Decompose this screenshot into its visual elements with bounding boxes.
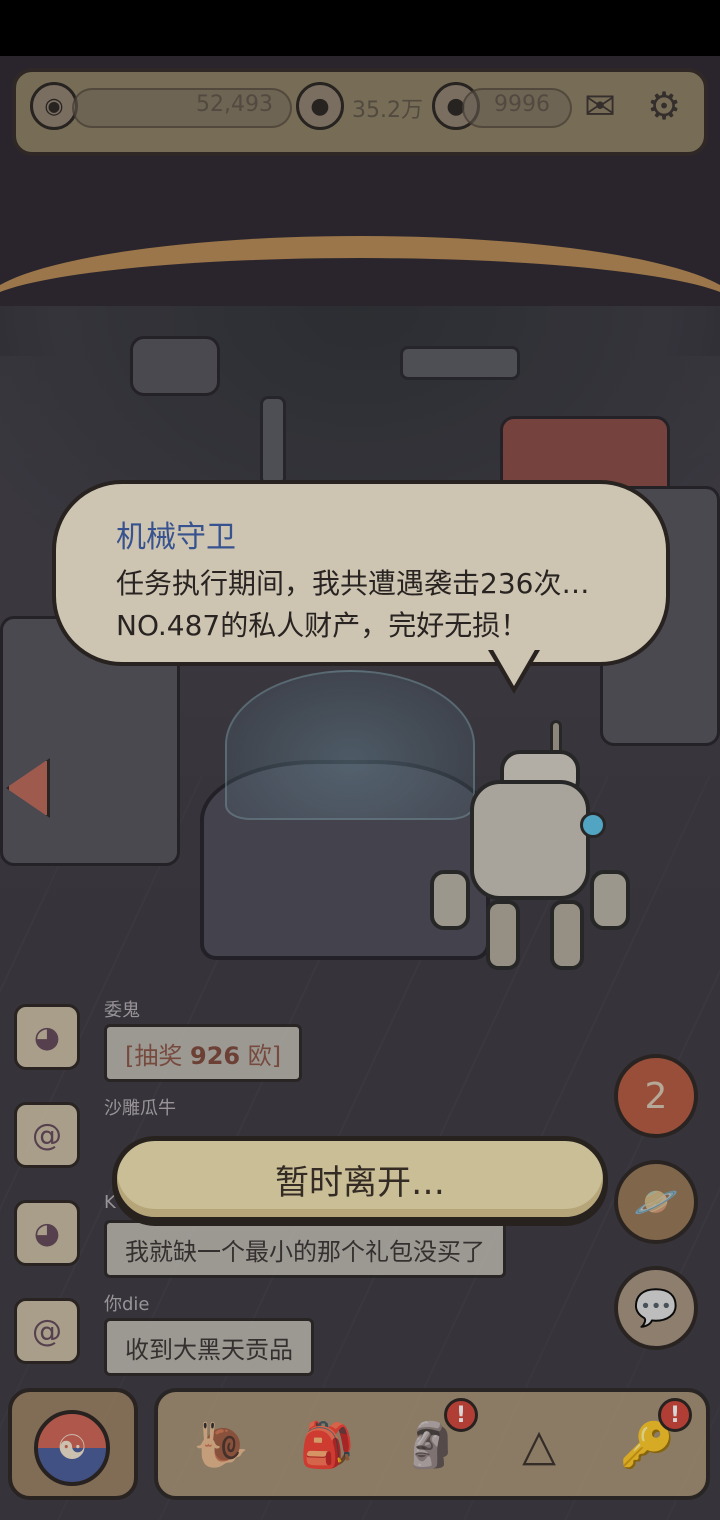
robot-left-arm — [430, 870, 470, 930]
lottery-prefix: [抽奖 — [125, 1042, 190, 1070]
chat-user-name: 沙雕瓜牛 — [104, 1098, 176, 1119]
chat-button[interactable]: 💬 — [614, 1266, 698, 1350]
eye-currency-value: 52,493 — [196, 92, 273, 117]
robot-right-leg — [550, 900, 584, 970]
backpack-icon[interactable]: 🎒 — [282, 1400, 372, 1490]
gear-icon[interactable]: ⚙ — [638, 80, 690, 132]
statue-alert-badge: ! — [444, 1398, 478, 1432]
mechanical-guard-robot — [430, 720, 640, 980]
robot-left-leg — [486, 900, 520, 970]
dialog-line-1: 任务执行期间，我共遭遇袭击236次… — [116, 567, 590, 600]
chat-user-name: 委鬼 — [104, 1000, 140, 1021]
snail-icon[interactable]: 🐌 — [176, 1400, 266, 1490]
round-counter-button[interactable]: 2 — [614, 1054, 698, 1138]
chat-message: 收到大黑天贡品 — [104, 1318, 314, 1376]
machine-pipe — [260, 396, 286, 486]
robot-eye — [580, 812, 606, 838]
dialog-bubble-tail-fill — [492, 648, 536, 686]
lottery-number: 926 — [190, 1042, 241, 1070]
eye-icon: ◉ — [30, 82, 78, 130]
machine-canister — [130, 336, 220, 396]
yinyang-icon[interactable]: ☯ — [34, 1410, 110, 1486]
chat-message: 我就缺一个最小的那个礼包没买了 — [104, 1220, 506, 1278]
avatar[interactable]: @ — [14, 1102, 80, 1168]
round-counter-value: 2 — [644, 1075, 668, 1117]
dialog-speaker-name: 机械守卫 — [116, 520, 236, 555]
machine-pipe — [400, 346, 520, 380]
chat-message: [抽奖 926 欧] — [104, 1024, 303, 1082]
leave-button[interactable]: 暂时离开… — [112, 1136, 608, 1222]
dialog-line-2: NO.487的私人财产，完好无损！ — [116, 609, 529, 642]
key-alert-badge: ! — [658, 1398, 692, 1432]
avatar[interactable]: ◕ — [14, 1004, 80, 1070]
bubble-currency-value: 35.2万 — [352, 98, 423, 123]
avatar[interactable]: @ — [14, 1298, 80, 1364]
chat-icon: 💬 — [633, 1288, 679, 1329]
currency-bar-content: ◉ 52,493 ● 35.2万 ● 9996 ✉ ⚙ — [12, 68, 708, 156]
chat-user-name: K — [104, 1192, 116, 1213]
planet-button[interactable]: 🪐 — [614, 1160, 698, 1244]
pyramid-icon[interactable]: △ — [494, 1400, 584, 1490]
status-bar — [0, 0, 720, 56]
avatar[interactable]: ◕ — [14, 1200, 80, 1266]
robot-body — [470, 780, 590, 900]
speech-bubble-icon: ● — [296, 82, 344, 130]
chat-currency-value: 9996 — [494, 92, 550, 117]
chat-user-name: 你die — [104, 1294, 150, 1315]
planet-icon: 🪐 — [633, 1182, 679, 1223]
mail-icon[interactable]: ✉ — [574, 80, 626, 132]
lottery-suffix: 欧] — [240, 1042, 282, 1070]
robot-right-arm — [590, 870, 630, 930]
